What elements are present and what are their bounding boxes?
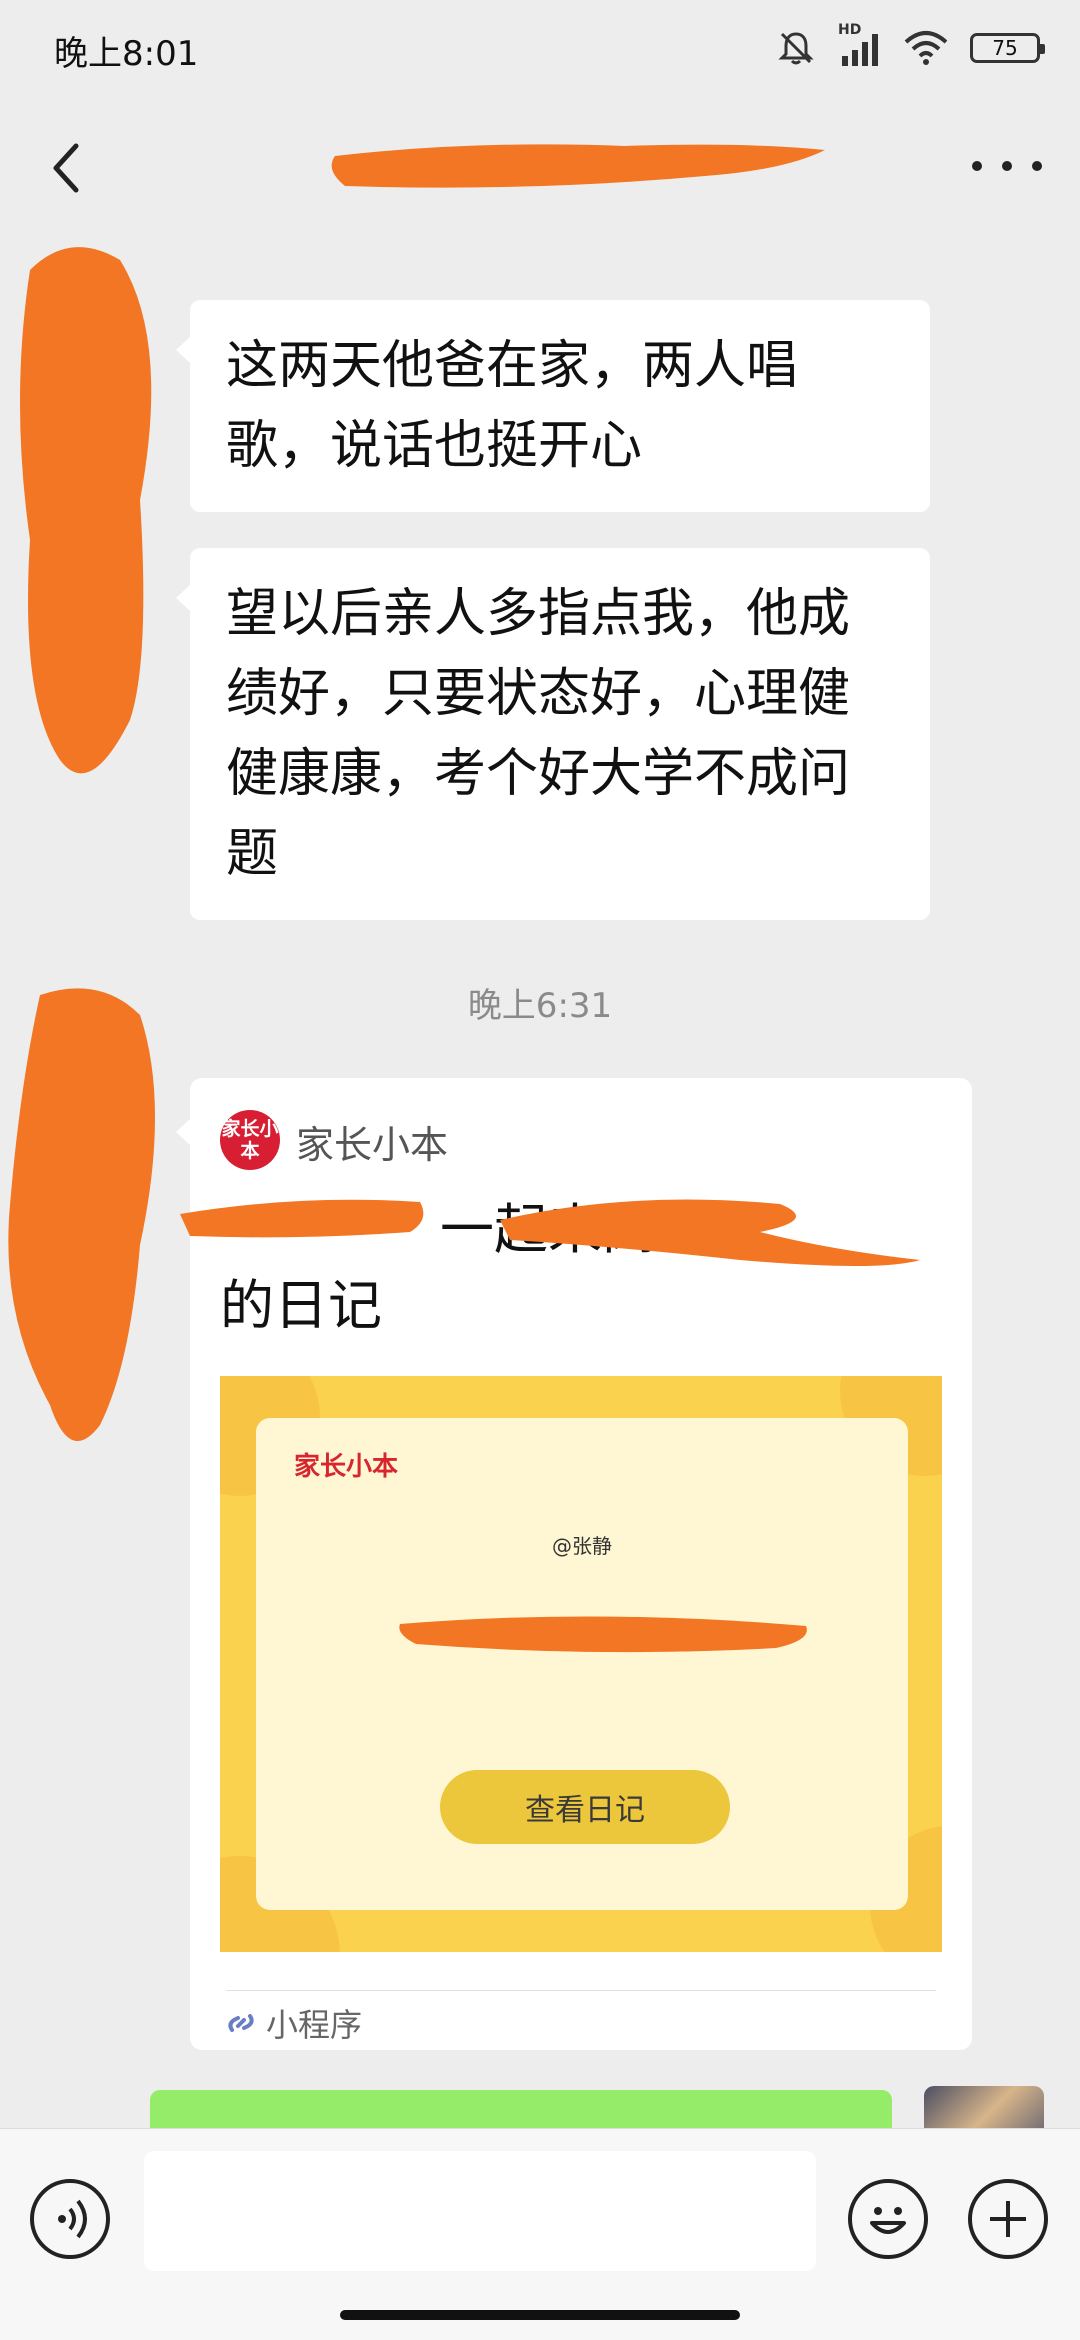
input-bar (0, 2128, 1080, 2340)
message-input[interactable] (144, 2151, 816, 2271)
status-bar: 晚上8:01 HD 75 (0, 0, 1080, 96)
message-timestamp: 晚上6:31 (467, 986, 613, 1026)
message-bubble[interactable]: 这两天他爸在家，两人唱歌，说话也挺开心 (176, 300, 930, 512)
chat-header (0, 96, 1080, 238)
mini-program-card[interactable]: 家长小本 家长小本 一起来阅 的日记 家长小本 @张静 查看日记 (176, 1078, 972, 2050)
battery-level: 75 (992, 36, 1018, 60)
card-preview-image: 家长小本 @张静 查看日记 (220, 1376, 942, 1952)
plus-icon[interactable] (968, 2179, 1048, 2259)
card-divider (226, 1990, 936, 1991)
status-time: 晚上8:01 (54, 34, 199, 74)
status-icons: HD 75 (776, 22, 1045, 68)
source-name: 家长小本 (296, 1123, 449, 1167)
mini-program-text: 小程序 (266, 2006, 363, 2044)
chevron-left-icon[interactable] (38, 138, 98, 198)
battery-icon: 75 (970, 33, 1045, 63)
mute-icon (778, 32, 814, 65)
wifi-icon (904, 31, 948, 65)
brand-logo: 家长小本 (220, 1110, 280, 1170)
link-icon (228, 2014, 254, 2032)
emoji-icon[interactable] (848, 2179, 928, 2259)
voice-icon[interactable] (30, 2179, 110, 2259)
mini-program-label: 小程序 (226, 2000, 362, 2046)
preview-panel: 家长小本 @张静 查看日记 (256, 1418, 908, 1910)
message-text: 望以后亲人多指点我，他成绩好，只要状态好，心理健健康康，考个好大学不成问题 (226, 584, 851, 884)
chat-title-redacted (331, 144, 825, 188)
message-bubble[interactable]: 望以后亲人多指点我，他成绩好，只要状态好，心理健健康康，考个好大学不成问题 (176, 548, 930, 920)
signal-icon: HD (838, 22, 882, 68)
message-text: 这两天他爸在家，两人唱歌，说话也挺开心 (226, 336, 799, 476)
home-indicator[interactable] (340, 2310, 740, 2320)
preview-brand: 家长小本 (294, 1452, 399, 1482)
card-headline: 一起来阅 的日记 (180, 1192, 940, 1344)
preview-mention: @张静 (552, 1534, 612, 1558)
view-diary-button[interactable]: 查看日记 (440, 1770, 730, 1844)
preview-redaction (399, 1616, 807, 1653)
avatar[interactable] (10, 240, 160, 790)
avatar[interactable] (0, 985, 165, 1455)
headline-redaction (180, 1199, 920, 1266)
more-icon[interactable] (972, 148, 1042, 184)
